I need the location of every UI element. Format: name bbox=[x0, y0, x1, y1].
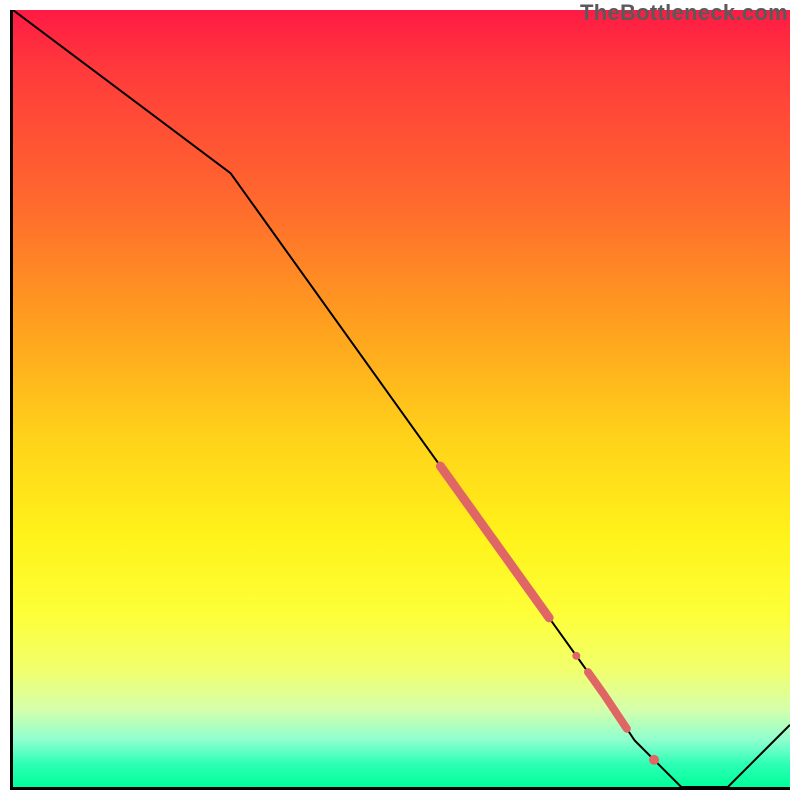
dot-1 bbox=[572, 652, 580, 660]
thick-segment-2 bbox=[588, 672, 627, 729]
chart-svg bbox=[13, 10, 790, 787]
plot-area bbox=[10, 10, 790, 790]
dot-2 bbox=[649, 755, 659, 765]
bottleneck-curve bbox=[13, 10, 790, 787]
chart-container: TheBottleneck.com bbox=[0, 0, 800, 800]
watermark-text: TheBottleneck.com bbox=[580, 0, 788, 26]
thick-segment-1 bbox=[440, 466, 549, 618]
